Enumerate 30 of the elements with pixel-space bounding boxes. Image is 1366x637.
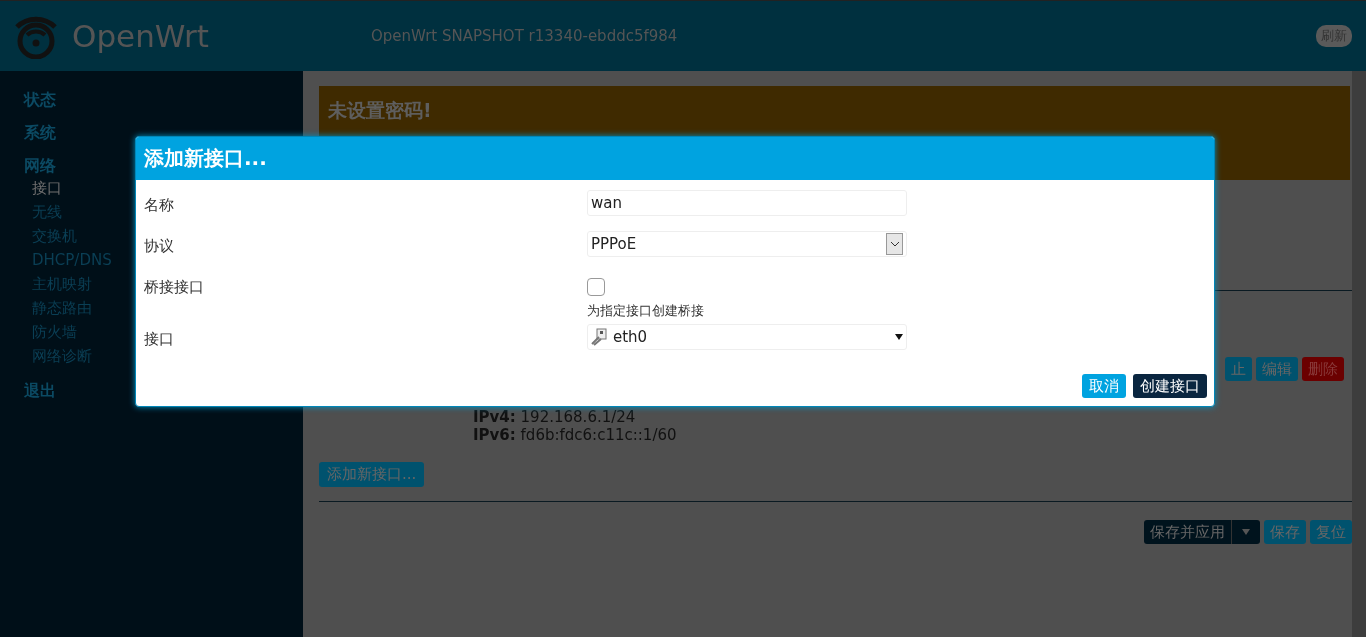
- hint-text: 为指定接口创建桥接: [587, 302, 704, 320]
- scrollbar[interactable]: [1352, 71, 1366, 637]
- warning-title: 未设置密码!: [328, 99, 432, 121]
- firmware-version: OpenWrt SNAPSHOT r13340-ebddc5f984: [370, 27, 679, 45]
- caret-icon: [1242, 529, 1250, 535]
- dialog-title: 添加新接口...: [144, 145, 267, 172]
- dropdown-arrow-icon: [895, 334, 903, 340]
- address-text: IPv6: fd6b:fdc6:c11c::1/60: [473, 426, 678, 444]
- dialog-button[interactable]: 创建接口: [1133, 374, 1207, 398]
- field-label: 协议: [144, 237, 175, 257]
- action-button[interactable]: 止: [1225, 357, 1252, 381]
- action-button[interactable]: 编辑: [1256, 357, 1298, 381]
- interface-select[interactable]: eth0: [587, 324, 907, 350]
- field-label: 名称: [144, 196, 175, 216]
- text-input-field[interactable]: wan: [587, 190, 907, 216]
- checkbox[interactable]: [587, 278, 605, 296]
- field-label: 桥接接口: [144, 278, 205, 298]
- action-button[interactable]: 删除: [1302, 357, 1344, 381]
- field-label: 接口: [144, 330, 175, 350]
- address-text: IPv4: 192.168.6.1/24: [473, 408, 637, 426]
- sidebar-item[interactable]: 状态: [24, 89, 303, 122]
- chevron-down-icon: [886, 233, 903, 255]
- save-apply-button[interactable]: 保存并应用: [1144, 520, 1260, 544]
- dialog-button[interactable]: 取消: [1082, 374, 1126, 398]
- action-button[interactable]: 复位: [1310, 520, 1352, 544]
- add-interface-button[interactable]: 添加新接口...: [319, 462, 425, 487]
- action-button[interactable]: 保存: [1264, 520, 1306, 544]
- network-port-icon: [591, 328, 607, 346]
- brand-name: OpenWrt: [72, 18, 209, 54]
- protocol-select[interactable]: PPPoE: [587, 231, 907, 257]
